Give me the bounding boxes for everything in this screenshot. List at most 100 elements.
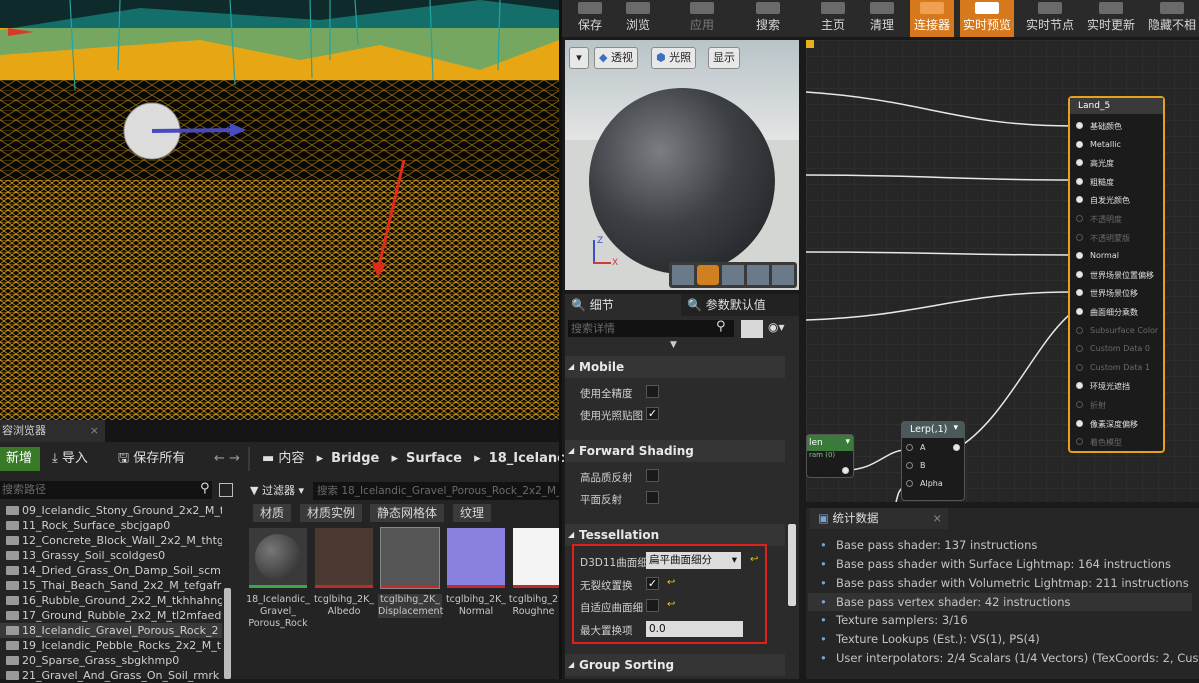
toolbar-clean-button[interactable]: 清理 (861, 0, 903, 37)
input-pin[interactable] (1076, 177, 1083, 185)
input-pin[interactable] (1076, 326, 1083, 334)
toolbar-apply-button[interactable]: 应用 (683, 0, 721, 37)
input-pin[interactable] (1076, 122, 1083, 129)
asset-thumbnail-albedo[interactable] (315, 528, 373, 588)
asset-thumbnail-roughness[interactable] (513, 528, 559, 588)
back-arrow-icon[interactable]: ← (214, 451, 225, 466)
input-pin[interactable] (1076, 252, 1083, 260)
input-pin[interactable] (906, 480, 913, 487)
details-search-input[interactable]: 搜索详情 (568, 320, 734, 337)
full-precision-checkbox[interactable] (646, 385, 659, 398)
filter-chip-material-instance[interactable]: 材质实例 (300, 504, 363, 522)
input-pin[interactable] (906, 444, 913, 451)
input-pin[interactable] (1076, 345, 1083, 353)
max-displacement-input[interactable]: 0.0 (646, 621, 743, 637)
cube-icon[interactable] (747, 265, 769, 285)
eye-icon[interactable]: ◉▾ (768, 320, 785, 334)
lerp-node[interactable]: Lerp(,1) ▾ A B Alpha (901, 421, 965, 501)
folder-item[interactable]: 12_Concrete_Block_Wall_2x2_M_thtg (0, 533, 222, 548)
filter-chip-texture[interactable]: 纹理 (453, 504, 492, 522)
search-path-input[interactable]: 搜索路径 (0, 481, 212, 499)
folder-item[interactable]: 13_Grassy_Soil_scoldges0 (0, 548, 222, 563)
teapot-icon[interactable] (772, 265, 794, 285)
toolbar-live-nodes-button[interactable]: 实时节点 (1022, 0, 1078, 37)
expand-icon[interactable]: ▼ (670, 340, 677, 350)
search-icon[interactable]: ⚲ (716, 319, 726, 334)
close-icon[interactable]: × (932, 508, 942, 529)
scrollbar[interactable] (224, 588, 231, 679)
input-pin[interactable] (906, 462, 913, 469)
plane-icon[interactable] (722, 265, 744, 285)
filter-chip-static-mesh[interactable]: 静态网格体 (370, 504, 445, 522)
level-viewport[interactable] (0, 0, 559, 420)
tessellation-mode-dropdown[interactable]: 扁平曲面细分 ▾ (646, 552, 741, 569)
partial-node[interactable]: len ram (0) ▾ (806, 434, 854, 478)
folder-item[interactable]: 20_Sparse_Grass_sbgkhmp0 (0, 653, 222, 668)
input-pin[interactable] (1076, 438, 1083, 446)
toolbar-live-preview-button[interactable]: 实时预览 (960, 0, 1014, 37)
input-pin[interactable] (1076, 215, 1083, 222)
search-icon[interactable]: ⚲ (200, 481, 210, 496)
reset-arrow-icon[interactable]: ↩ (750, 554, 758, 565)
toolbar-save-button[interactable]: 保存 (570, 0, 610, 37)
toolbar-home-button[interactable]: 主页 (813, 0, 853, 37)
breadcrumb-item[interactable]: 18_Icelanc (489, 451, 565, 466)
folder-item-selected[interactable]: 18_Icelandic_Gravel_Porous_Rock_2 (0, 623, 222, 638)
asset-thumbnail-displacement[interactable] (380, 527, 440, 589)
show-button[interactable]: 显示 (708, 47, 740, 69)
input-pin[interactable] (1076, 419, 1083, 427)
toolbar-hide-unrelated-button[interactable]: 隐藏不相 (1145, 0, 1199, 37)
perspective-button[interactable]: ◆ 透视 (594, 47, 638, 69)
use-lightmaps-checkbox[interactable]: ✓ (646, 407, 659, 420)
adaptive-tessellation-checkbox[interactable] (646, 599, 659, 612)
tab-details[interactable]: 🔍 细节 (565, 294, 680, 316)
history-arrows[interactable]: ← → (214, 447, 240, 471)
input-pin[interactable] (1076, 196, 1083, 204)
save-all-button[interactable]: 🖫 保存所有 (118, 447, 185, 471)
planar-reflection-checkbox[interactable] (646, 491, 659, 504)
content-browser-tab[interactable]: 容浏览器 × (0, 420, 105, 442)
breadcrumb-item[interactable]: 内容 (278, 451, 304, 466)
input-pin[interactable] (1076, 382, 1083, 390)
filter-chip-material[interactable]: 材质 (253, 504, 292, 522)
folder-item[interactable]: 15_Thai_Beach_Sand_2x2_M_tefgafrl (0, 578, 222, 593)
input-pin[interactable] (1076, 363, 1083, 371)
breadcrumb-item[interactable]: Surface (406, 451, 462, 466)
output-pin[interactable] (953, 444, 960, 451)
input-pin[interactable] (1076, 233, 1083, 241)
toolbar-search-button[interactable]: 搜索 (748, 0, 788, 37)
section-mobile[interactable]: ◢ Mobile (565, 356, 785, 378)
viewport-options-dropdown[interactable]: ▾ (569, 47, 589, 69)
reset-arrow-icon[interactable]: ↩ (667, 577, 675, 588)
input-pin[interactable] (1076, 270, 1083, 278)
import-button[interactable]: ⤓ 导入 (52, 447, 88, 471)
main-material-node[interactable]: Land_5 基础颜色 Metallic 高光度 粗糙度 自发光颜色 不透明度 不透明蒙版 N… (1068, 96, 1165, 453)
collapse-icon[interactable]: ▾ (953, 423, 958, 433)
property-matrix-icon[interactable] (741, 320, 763, 338)
toolbar-connectors-button[interactable]: 连接器 (910, 0, 954, 37)
panel-splitter[interactable] (559, 0, 562, 679)
asset-thumbnail-normal[interactable] (447, 528, 505, 588)
input-pin[interactable] (1076, 140, 1083, 148)
folder-item[interactable]: 16_Rubble_Ground_2x2_M_tkhhahng (0, 593, 222, 608)
panel-splitter[interactable] (800, 40, 806, 679)
folder-item[interactable]: 17_Ground_Rubble_2x2_M_tl2mfaedy (0, 608, 222, 623)
asset-search-input[interactable]: 搜索 18_Icelandic_Gravel_Porous_Rock_2x2_M… (313, 482, 559, 500)
input-pin[interactable] (1076, 289, 1083, 297)
lighting-button[interactable]: ⬢ 光照 (651, 47, 697, 69)
collapse-icon[interactable]: ▾ (845, 437, 850, 447)
folder-item[interactable]: 09_Icelandic_Stony_Ground_2x2_M_t (0, 503, 222, 518)
hq-reflections-checkbox[interactable] (646, 469, 659, 482)
section-tessellation[interactable]: ◢ Tessellation (565, 524, 785, 546)
filter-button[interactable]: ▼ 过滤器 ▾ (250, 482, 304, 498)
output-pin[interactable] (842, 467, 849, 474)
input-pin[interactable] (1076, 308, 1083, 315)
folder-item[interactable]: 19_Icelandic_Pebble_Rocks_2x2_M_t (0, 638, 222, 653)
input-pin[interactable] (1076, 401, 1083, 408)
view-options-icon[interactable] (219, 483, 233, 497)
crack-free-displacement-checkbox[interactable]: ✓ (646, 577, 659, 590)
add-new-button[interactable]: 新增 ▾ (0, 447, 40, 490)
tab-parameter-defaults[interactable]: 🔍 参数默认值 (681, 294, 799, 316)
folder-item[interactable]: 21_Gravel_And_Grass_On_Soil_rmrk (0, 668, 222, 683)
reset-arrow-icon[interactable]: ↩ (667, 599, 675, 610)
